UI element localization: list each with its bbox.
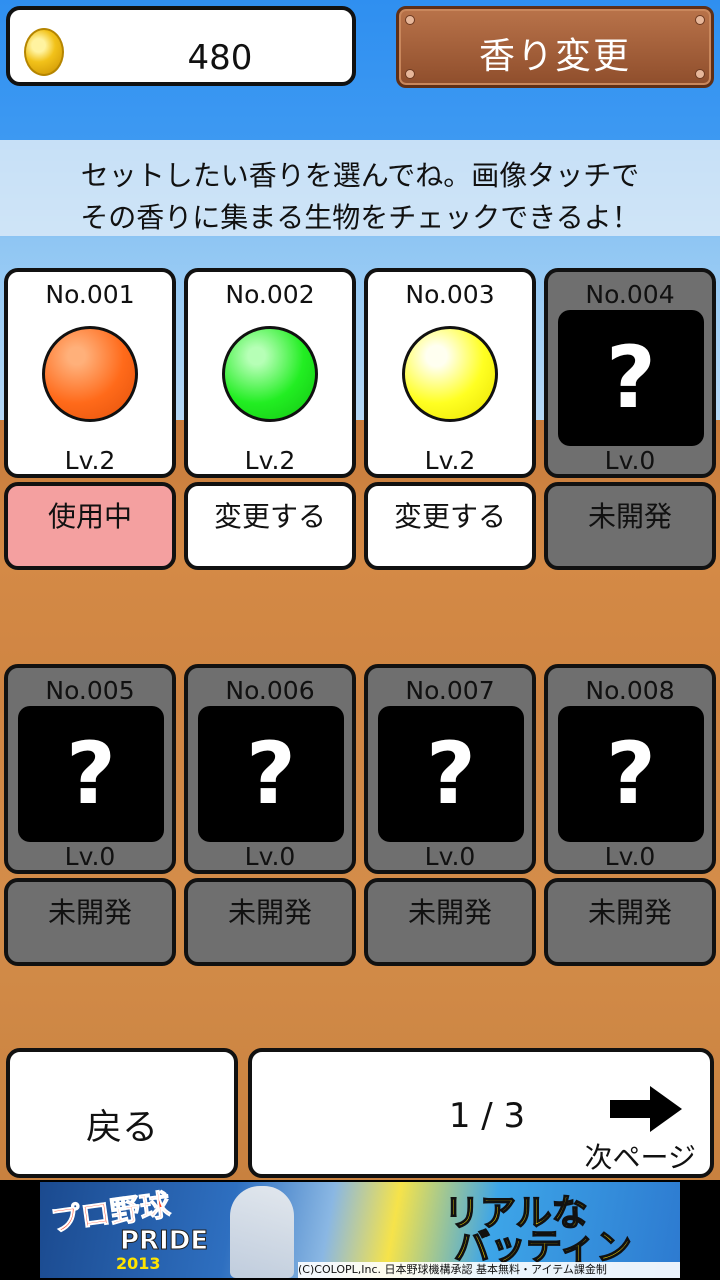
back-button[interactable]: 戻る <box>6 1048 238 1178</box>
change-scent-label: 香り変更 <box>478 36 631 77</box>
nail-icon <box>695 15 705 25</box>
back-label: 戻る <box>85 1107 158 1148</box>
locked-question-icon: ? <box>198 706 344 842</box>
scent-card-003[interactable]: No.003 Lv.2 <box>364 268 536 478</box>
ad-banner[interactable]: プロ野球 PRIDE 2013 リアルな バッティング!! (C)COLOPL,… <box>40 1182 680 1278</box>
next-page-label: 次ページ <box>584 1141 696 1174</box>
scent-number: No.002 <box>225 280 315 309</box>
undeveloped-button-008[interactable]: 未開発 <box>544 878 716 966</box>
game-background: 480 香り変更 セットしたい香りを選んでね。画像タッチで その香りに集まる生物… <box>0 0 720 1180</box>
scent-card-002[interactable]: No.002 Lv.2 <box>184 268 356 478</box>
scent-level: Lv.0 <box>424 842 476 871</box>
scent-number: No.001 <box>45 280 135 309</box>
coin-icon <box>24 28 64 76</box>
coin-counter-panel: 480 <box>6 6 356 86</box>
locked-question-icon: ? <box>558 706 704 842</box>
scent-level: Lv.0 <box>604 842 656 871</box>
scent-card-001[interactable]: No.001 Lv.2 <box>4 268 176 478</box>
undeveloped-button-007[interactable]: 未開発 <box>364 878 536 966</box>
scent-card-004[interactable]: No.004 ? Lv.0 <box>544 268 716 478</box>
undeveloped-button-006[interactable]: 未開発 <box>184 878 356 966</box>
scent-card-008[interactable]: No.008 ? Lv.0 <box>544 664 716 874</box>
undeveloped-button-005[interactable]: 未開発 <box>4 878 176 966</box>
scent-level: Lv.2 <box>424 446 476 475</box>
scent-level: Lv.0 <box>244 842 296 871</box>
scent-level: Lv.2 <box>64 446 116 475</box>
change-scent-button[interactable]: 香り変更 <box>396 6 714 88</box>
right-arrow-icon <box>610 1086 682 1132</box>
scent-number: No.005 <box>45 676 135 705</box>
scent-number: No.003 <box>405 280 495 309</box>
instruction-line-2: その香りに集まる生物をチェックできるよ！ <box>80 201 640 234</box>
scent-number: No.008 <box>585 676 675 705</box>
scent-number: No.007 <box>405 676 495 705</box>
scent-level: Lv.0 <box>604 446 656 475</box>
ad-game-subtitle: PRIDE <box>119 1226 209 1257</box>
baseball-player-image <box>230 1186 294 1278</box>
page-indicator: 1 / 3 <box>448 1096 526 1136</box>
locked-question-icon: ? <box>378 706 524 842</box>
in-use-button[interactable]: 使用中 <box>4 482 176 570</box>
scent-number: No.004 <box>585 280 675 309</box>
undeveloped-button-004[interactable]: 未開発 <box>544 482 716 570</box>
scent-card-007[interactable]: No.007 ? Lv.0 <box>364 664 536 874</box>
instruction-line-1: セットしたい香りを選んでね。画像タッチで <box>80 159 640 192</box>
nail-icon <box>405 15 415 25</box>
scent-level: Lv.0 <box>64 842 116 871</box>
ad-year: 2013 <box>116 1254 161 1273</box>
orange-scent-ball <box>42 326 138 422</box>
scent-level: Lv.2 <box>244 446 296 475</box>
scent-card-006[interactable]: No.006 ? Lv.0 <box>184 664 356 874</box>
change-button-002[interactable]: 変更する <box>184 482 356 570</box>
scent-card-005[interactable]: No.005 ? Lv.0 <box>4 664 176 874</box>
ad-footer-text: (C)COLOPL,Inc. 日本野球機構承認 基本無料・アイテム課金制 <box>298 1262 680 1278</box>
yellow-scent-ball <box>402 326 498 422</box>
instruction-banner: セットしたい香りを選んでね。画像タッチで その香りに集まる生物をチェックできるよ… <box>0 140 720 236</box>
scent-number: No.006 <box>225 676 315 705</box>
locked-question-icon: ? <box>558 310 704 446</box>
next-page-button[interactable]: 1 / 3 次ページ <box>248 1048 714 1178</box>
green-scent-ball <box>222 326 318 422</box>
locked-question-icon: ? <box>18 706 164 842</box>
coin-count: 480 <box>187 38 253 78</box>
change-button-003[interactable]: 変更する <box>364 482 536 570</box>
